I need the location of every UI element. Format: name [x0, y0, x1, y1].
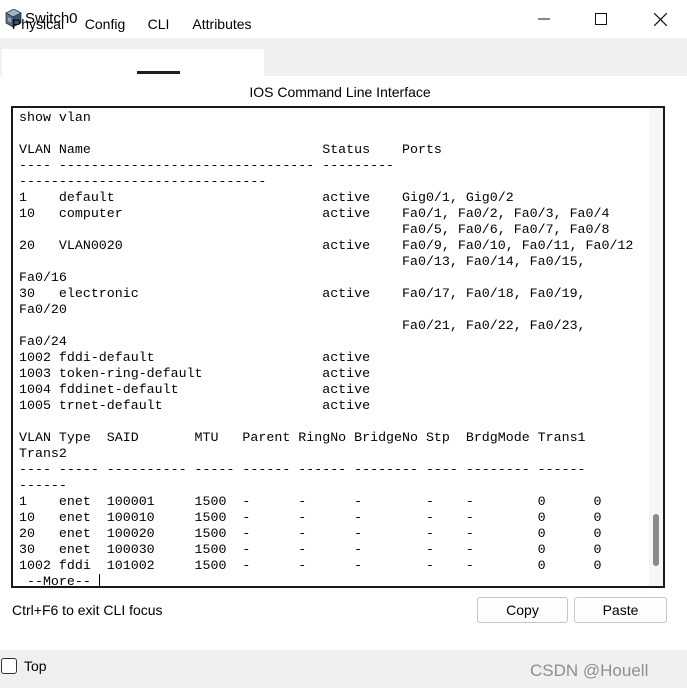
close-button[interactable] — [637, 0, 683, 38]
cli-console[interactable]: show vlan VLAN Name Status Ports ---- --… — [11, 106, 665, 588]
tab-cli-label: CLI — [147, 16, 170, 32]
tab-cli[interactable]: CLI — [137, 12, 180, 38]
top-checkbox[interactable] — [1, 658, 17, 674]
minimize-button[interactable] — [521, 0, 567, 38]
tab-physical[interactable]: Physical — [2, 12, 74, 38]
copy-button[interactable]: Copy — [477, 597, 568, 623]
watermark: CSDN @Houell — [530, 661, 649, 680]
tab-config[interactable]: Config — [76, 12, 134, 38]
minimize-icon — [538, 18, 550, 20]
top-checkbox-label: Top — [24, 658, 47, 674]
maximize-button[interactable] — [578, 0, 624, 38]
cli-scrollbar-thumb[interactable] — [653, 514, 659, 566]
tab-attributes-label: Attributes — [192, 16, 252, 32]
tab-physical-label: Physical — [11, 16, 65, 32]
active-tab-indicator — [137, 71, 180, 74]
panel-heading: IOS Command Line Interface — [249, 84, 431, 100]
cli-focus-hint: Ctrl+F6 to exit CLI focus — [12, 602, 163, 618]
copy-button-label: Copy — [506, 602, 539, 618]
paste-button[interactable]: Paste — [574, 597, 667, 623]
text-cursor — [99, 574, 100, 586]
close-icon — [653, 12, 667, 26]
paste-button-label: Paste — [602, 602, 639, 618]
tab-config-label: Config — [84, 16, 126, 32]
cli-output[interactable]: show vlan VLAN Name Status Ports ---- --… — [19, 110, 633, 586]
tab-attributes[interactable]: Attributes — [184, 12, 260, 38]
tab-strip — [2, 49, 264, 76]
maximize-icon — [595, 13, 607, 25]
cli-scrollbar[interactable] — [649, 108, 663, 586]
